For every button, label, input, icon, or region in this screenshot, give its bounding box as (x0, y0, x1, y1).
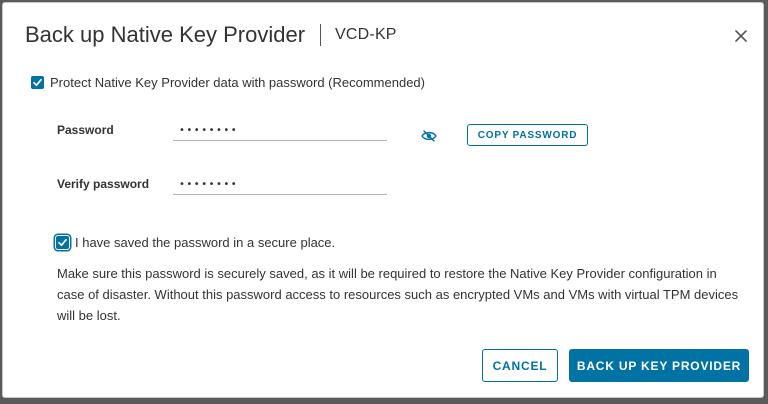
cancel-button[interactable]: CANCEL (482, 349, 558, 382)
dialog-title: Back up Native Key Provider (25, 22, 306, 47)
eye-hide-icon (421, 130, 437, 142)
verify-password-input[interactable] (173, 175, 387, 195)
password-input[interactable] (173, 121, 387, 141)
dialog-header: Back up Native Key Provider VCD-KP (25, 21, 397, 49)
title-divider (320, 24, 322, 46)
saved-password-label: I have saved the password in a secure pl… (75, 235, 336, 250)
back-up-key-provider-button[interactable]: BACK UP KEY PROVIDER (569, 349, 749, 382)
dialog-subtitle: VCD-KP (335, 26, 397, 43)
verify-password-label: Verify password (57, 177, 150, 191)
close-icon (735, 30, 747, 42)
copy-password-button[interactable]: COPY PASSWORD (467, 124, 588, 146)
warning-text: Make sure this password is securely save… (57, 266, 739, 323)
protect-password-label: Protect Native Key Provider data with pa… (50, 75, 425, 90)
backup-key-provider-dialog: Back up Native Key Provider VCD-KP Prote… (2, 2, 764, 398)
saved-password-checkbox[interactable] (56, 236, 69, 249)
checkmark-icon (58, 238, 67, 247)
password-label: Password (57, 123, 114, 137)
toggle-password-visibility[interactable] (421, 129, 437, 142)
protect-password-checkbox[interactable] (31, 76, 44, 89)
checkmark-icon (33, 78, 42, 87)
close-button[interactable] (731, 26, 751, 46)
